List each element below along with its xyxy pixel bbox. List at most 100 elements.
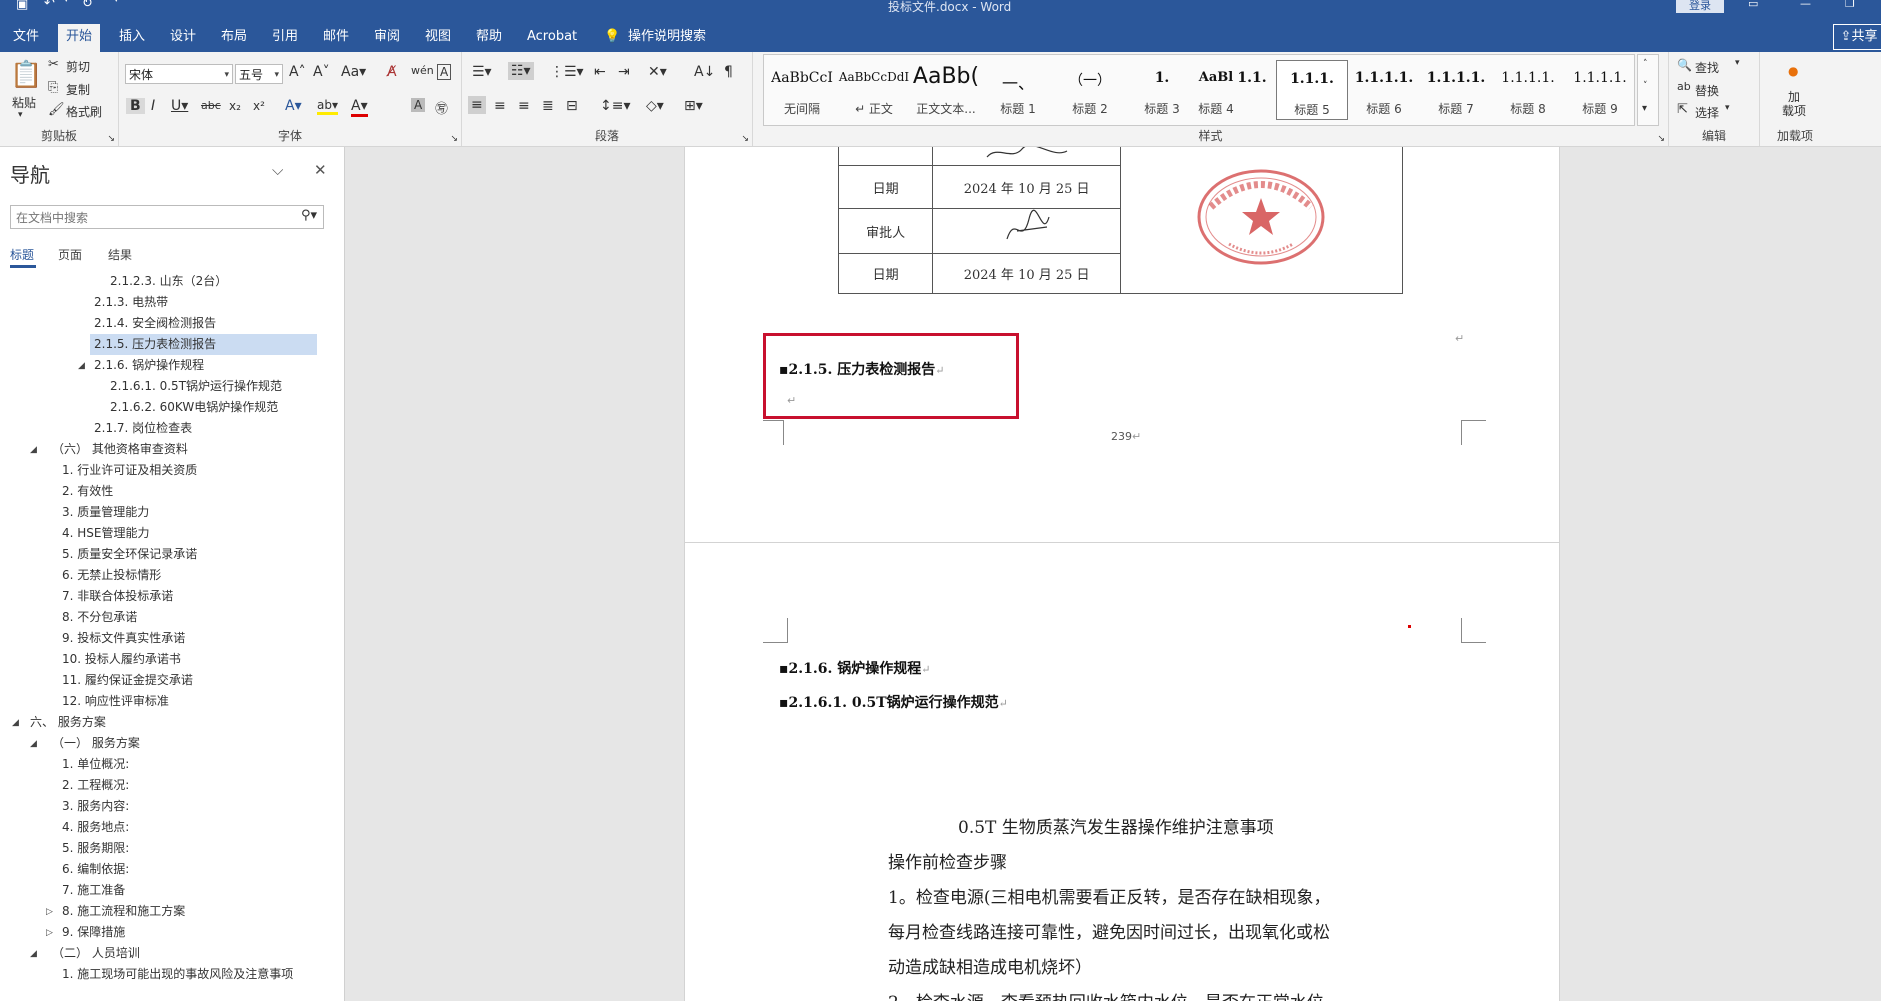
tree-item[interactable]: （二） 人员培训 — [52, 943, 140, 964]
style-body-text[interactable]: AaBb(正文文本... — [910, 60, 982, 120]
show-formatting-marks-icon[interactable]: ¶ — [724, 64, 733, 80]
doc-line[interactable]: 每月检查线路连接可靠性，避免因时间过长，出现氧化或松 — [888, 918, 1330, 943]
clear-formatting-icon[interactable]: A̸ — [387, 64, 397, 80]
doc-center-title[interactable]: 0.5T 生物质蒸汽发生器操作维护注意事项 — [958, 813, 1274, 838]
cut-icon[interactable]: ✂ — [48, 57, 59, 72]
more-styles-icon[interactable]: ▾ — [1642, 103, 1647, 114]
tree-item[interactable]: 2. 有效性 — [62, 481, 113, 502]
shading-icon[interactable]: ◇▾ — [646, 98, 664, 114]
increase-indent-icon[interactable]: ⇥ — [618, 64, 630, 80]
tab-help[interactable]: 帮助 — [468, 26, 510, 52]
tree-item[interactable]: 5. 服务期限: — [62, 838, 129, 859]
tree-item[interactable]: 六、 服务方案 — [30, 712, 106, 733]
style-normal[interactable]: AaBbCcDdI ↵ 正文 — [838, 60, 910, 120]
align-center-icon[interactable]: ≡ — [494, 98, 506, 114]
style-heading-4[interactable]: 1.1. — [1234, 60, 1270, 120]
borders-icon[interactable]: ⊞▾ — [684, 98, 703, 114]
collapse-triangle-icon[interactable]: ◢ — [30, 445, 37, 455]
tree-item[interactable]: （六） 其他资格审查资料 — [52, 439, 188, 460]
style-heading-3[interactable]: 1. 标题 3 — [1126, 60, 1198, 120]
format-painter-icon[interactable]: 🖌 — [48, 102, 65, 117]
chevron-down-icon[interactable]: ▾ — [1735, 58, 1740, 68]
copy-button[interactable]: 复制 — [66, 81, 90, 98]
tree-item[interactable]: （一） 服务方案 — [52, 733, 140, 754]
text-effects-icon[interactable]: A▾ — [285, 98, 302, 114]
style-heading-5[interactable]: 1.1.1. 标题 5 — [1276, 60, 1348, 120]
share-button[interactable]: ⇪共享 — [1833, 24, 1881, 50]
minimize-icon[interactable]: — — [1800, 0, 1811, 10]
chevron-down-icon[interactable]: ˅ — [1643, 81, 1648, 91]
chevron-up-icon[interactable]: ˄ — [1643, 59, 1648, 69]
doc-line[interactable]: 1。检查电源(三相电机需要看正反转，是否存在缺相现象， — [888, 883, 1330, 908]
replace-icon[interactable]: ab — [1677, 80, 1691, 93]
nav-tab-headings[interactable]: 标题 — [10, 246, 34, 263]
tab-home[interactable]: 开始 — [58, 24, 101, 52]
tree-item[interactable]: 9. 投标文件真实性承诺 — [62, 628, 185, 649]
ribbon-display-options-icon[interactable]: ▭ — [1748, 0, 1758, 10]
tree-item[interactable]: 8. 不分包承诺 — [62, 607, 137, 628]
tree-item[interactable]: 1. 行业许可证及相关资质 — [62, 460, 197, 481]
tree-item[interactable]: 7. 施工准备 — [62, 880, 125, 901]
paste-dropdown-icon[interactable]: ▾ — [18, 110, 23, 120]
nav-tab-pages[interactable]: 页面 — [58, 246, 82, 263]
doc-line[interactable]: 动造成缺相造成电机烧坏） — [888, 953, 1092, 978]
font-color-icon[interactable]: A▾ — [351, 98, 368, 117]
undo-icon[interactable]: ↶ — [44, 0, 55, 11]
style-no-spacing[interactable]: AaBbCcI 无间隔 — [766, 60, 838, 120]
decrease-indent-icon[interactable]: ⇤ — [594, 64, 606, 80]
tree-item[interactable]: 7. 非联合体投标承诺 — [62, 586, 173, 607]
heading-2-1-6-1[interactable]: ▪2.1.6.1. 0.5T锅炉运行操作规范↵ — [779, 692, 1008, 712]
highlight-icon[interactable]: ab▾ — [317, 98, 338, 115]
chevron-down-icon[interactable]: ⌵ — [272, 161, 283, 179]
collapse-triangle-icon[interactable]: ◢ — [30, 739, 37, 749]
clipboard-launcher-icon[interactable]: ↘ — [107, 134, 115, 144]
tab-file[interactable]: 文件 — [5, 26, 47, 52]
tab-view[interactable]: 视图 — [417, 26, 459, 52]
tab-insert[interactable]: 插入 — [111, 26, 153, 52]
numbering-icon[interactable]: ☷▾ — [508, 62, 534, 80]
justify-icon[interactable]: ≣ — [542, 98, 554, 114]
font-name-select[interactable]: 宋体 ▾ — [125, 64, 233, 84]
replace-button[interactable]: 替换 — [1695, 82, 1719, 99]
sort-icon[interactable]: A↓ — [694, 64, 715, 80]
paste-button[interactable]: 粘贴 — [12, 94, 36, 111]
tree-item[interactable]: 6. 无禁止投标情形 — [62, 565, 161, 586]
close-icon[interactable]: ✕ — [314, 161, 327, 179]
tab-layout[interactable]: 布局 — [213, 26, 255, 52]
tell-me-search[interactable]: 操作说明搜索 — [620, 26, 714, 52]
tree-item[interactable]: 3. 服务内容: — [62, 796, 129, 817]
paste-icon[interactable]: 📋 — [10, 60, 42, 90]
restore-icon[interactable]: ❐ — [1845, 0, 1855, 10]
addins-icon[interactable]: ● — [1788, 64, 1798, 78]
save-icon[interactable]: ▣ — [16, 0, 28, 12]
tree-item[interactable]: 9. 保障措施 — [62, 922, 125, 943]
nav-search-input[interactable] — [11, 206, 288, 230]
copy-icon[interactable]: ⎘ — [48, 80, 58, 95]
search-icon[interactable]: 🔍 — [1677, 58, 1692, 72]
tree-item[interactable]: 2.1.3. 电热带 — [94, 292, 168, 313]
collapse-triangle-icon[interactable]: ◢ — [30, 949, 37, 959]
collapse-triangle-icon[interactable]: ◢ — [78, 361, 85, 371]
select-cursor-icon[interactable]: ⇱ — [1677, 102, 1688, 117]
expand-triangle-icon[interactable]: ▷ — [46, 907, 53, 917]
tree-item[interactable]: 2.1.6. 锅炉操作规程 — [94, 355, 204, 376]
tree-item[interactable]: 12. 响应性评审标准 — [62, 691, 169, 712]
change-case-icon[interactable]: Aa▾ — [341, 64, 366, 80]
style-heading-7[interactable]: 1.1.1.1. 标题 7 — [1420, 60, 1492, 120]
tab-references[interactable]: 引用 — [264, 26, 306, 52]
doc-line[interactable]: 2、检查水源，查看预热回收水箱内水位，是否在正常水位 — [888, 988, 1324, 1001]
bullets-icon[interactable]: ☰▾ — [472, 64, 492, 80]
tab-acrobat[interactable]: Acrobat — [519, 26, 585, 52]
font-launcher-icon[interactable]: ↘ — [450, 134, 458, 144]
tree-item[interactable]: 2.1.4. 安全阀检测报告 — [94, 313, 216, 334]
doc-line[interactable]: 操作前检查步骤 — [888, 848, 1007, 873]
styles-gallery-scroll[interactable]: ˄ ˅ ▾ — [1637, 54, 1659, 126]
tree-item[interactable]: 2.1.7. 岗位检查表 — [94, 418, 192, 439]
line-spacing-icon[interactable]: ↕≡▾ — [600, 98, 631, 114]
multilevel-list-icon[interactable]: ⋮☰▾ — [550, 64, 584, 80]
tree-item[interactable]: 11. 履约保证金提交承诺 — [62, 670, 193, 691]
search-icon[interactable]: ⚲▾ — [301, 208, 317, 223]
tree-item[interactable]: 8. 施工流程和施工方案 — [62, 901, 185, 922]
bold-icon[interactable]: B — [126, 98, 145, 114]
select-button[interactable]: 选择 — [1695, 104, 1719, 121]
